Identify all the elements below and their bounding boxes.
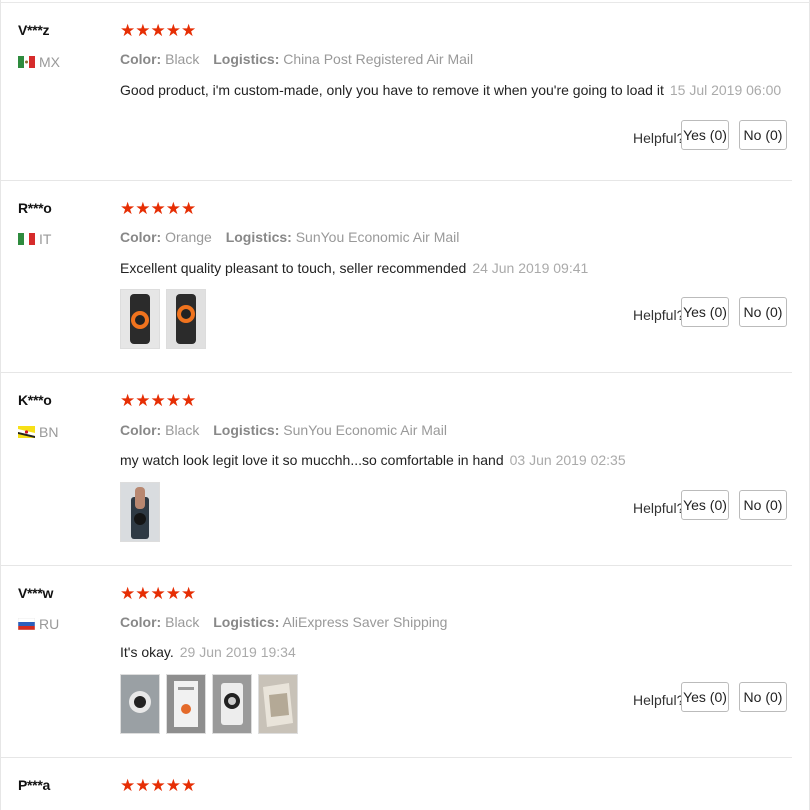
helpful-yes-button[interactable]: Yes (0) — [681, 120, 729, 150]
color-label: Color: — [120, 229, 162, 245]
logistics-value: China Post Registered Air Mail — [283, 51, 474, 67]
review-date: 24 Jun 2019 09:41 — [472, 260, 589, 276]
country-code: RU — [39, 616, 60, 632]
reviewer-name: V***w — [18, 585, 54, 601]
review-image[interactable] — [120, 674, 160, 734]
rating-stars-icon: ★★★★★ — [120, 199, 197, 218]
review-body: Good product, i'm custom-made, only you … — [120, 82, 664, 98]
logistics-label: Logistics: — [213, 614, 280, 630]
review-image[interactable] — [258, 674, 298, 734]
brunei-flag-icon — [18, 426, 35, 438]
italy-flag-icon — [18, 233, 35, 245]
logistics-value: SunYou Economic Air Mail — [283, 422, 447, 438]
rating-stars-icon: ★★★★★ — [120, 21, 197, 40]
rating-stars-icon: ★★★★★ — [120, 391, 197, 410]
logistics-value: AliExpress Saver Shipping — [282, 614, 448, 630]
review-divider — [0, 565, 792, 566]
color-value: Black — [165, 422, 200, 438]
review-images — [120, 289, 206, 349]
color-value: Black — [165, 614, 200, 630]
logistics-label: Logistics: — [213, 51, 280, 67]
mexico-flag-icon — [18, 56, 35, 68]
helpful-label: Helpful? — [633, 692, 685, 708]
reviewer-country: BN — [18, 424, 58, 440]
reviewer-country: MX — [18, 54, 60, 70]
review-divider — [0, 180, 792, 181]
helpful-yes-button[interactable]: Yes (0) — [681, 297, 729, 327]
review-images — [120, 482, 160, 542]
helpful-label: Helpful? — [633, 500, 685, 516]
review-text: my watch look legit love it so mucchh...… — [120, 452, 626, 468]
country-code: IT — [39, 231, 52, 247]
country-code: MX — [39, 54, 60, 70]
review-image[interactable] — [166, 674, 206, 734]
reviewer-country: RU — [18, 616, 59, 632]
helpful-no-button[interactable]: No (0) — [739, 297, 787, 327]
review-image[interactable] — [120, 482, 160, 542]
russia-flag-icon — [18, 618, 35, 630]
review-text: Good product, i'm custom-made, only you … — [120, 82, 781, 98]
logistics-value: SunYou Economic Air Mail — [295, 229, 460, 245]
reviewer-country: IT — [18, 231, 51, 247]
review-divider — [0, 372, 792, 373]
review-image[interactable] — [120, 289, 160, 349]
reviewer-name: V***z — [18, 22, 50, 38]
color-value: Black — [165, 51, 200, 67]
review-attributes: Color: Orange Logistics: SunYou Economic… — [120, 229, 459, 245]
reviewer-name: R***o — [18, 200, 52, 216]
rating-stars-icon: ★★★★★ — [120, 584, 197, 603]
review-text: Excellent quality pleasant to touch, sel… — [120, 260, 588, 276]
review-body: my watch look legit love it so mucchh...… — [120, 452, 504, 468]
review-images — [120, 674, 298, 734]
reviewer-name: P***a — [18, 777, 50, 793]
country-code: BN — [39, 424, 59, 440]
helpful-label: Helpful? — [633, 130, 685, 146]
top-divider — [0, 2, 810, 3]
logistics-label: Logistics: — [213, 422, 280, 438]
helpful-label: Helpful? — [633, 307, 685, 323]
color-label: Color: — [120, 422, 162, 438]
color-value: Orange — [165, 229, 212, 245]
review-image[interactable] — [212, 674, 252, 734]
color-label: Color: — [120, 614, 162, 630]
review-divider — [0, 757, 792, 758]
logistics-label: Logistics: — [225, 229, 292, 245]
reviewer-name: K***o — [18, 392, 52, 408]
helpful-no-button[interactable]: No (0) — [739, 490, 787, 520]
review-date: 03 Jun 2019 02:35 — [509, 452, 626, 468]
review-attributes: Color: Black Logistics: China Post Regis… — [120, 51, 473, 67]
review-text: It's okay. 29 Jun 2019 19:34 — [120, 644, 296, 660]
rating-stars-icon: ★★★★★ — [120, 776, 197, 795]
helpful-yes-button[interactable]: Yes (0) — [681, 682, 729, 712]
review-image[interactable] — [166, 289, 206, 349]
helpful-no-button[interactable]: No (0) — [739, 120, 787, 150]
review-date: 15 Jul 2019 06:00 — [669, 82, 782, 98]
review-body: It's okay. — [120, 644, 174, 660]
color-label: Color: — [120, 51, 162, 67]
review-body: Excellent quality pleasant to touch, sel… — [120, 260, 467, 276]
review-attributes: Color: Black Logistics: SunYou Economic … — [120, 422, 447, 438]
review-attributes: Color: Black Logistics: AliExpress Saver… — [120, 614, 447, 630]
helpful-no-button[interactable]: No (0) — [739, 682, 787, 712]
review-date: 29 Jun 2019 19:34 — [179, 644, 296, 660]
helpful-yes-button[interactable]: Yes (0) — [681, 490, 729, 520]
